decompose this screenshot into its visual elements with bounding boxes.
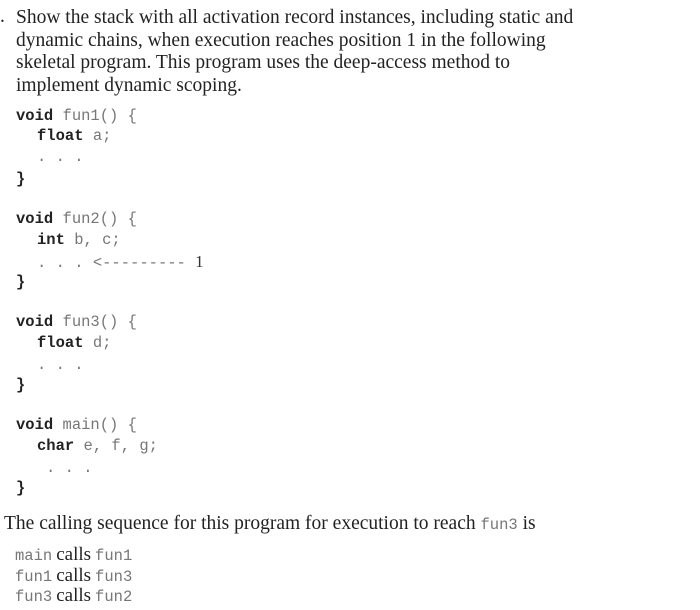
declaration: float d; bbox=[37, 334, 111, 352]
keyword: void bbox=[16, 210, 54, 228]
calling-sequence-intro: The calling sequence for this program fo… bbox=[4, 513, 536, 537]
function-signature: void fun2() { bbox=[16, 210, 137, 228]
closing-brace: } bbox=[16, 170, 26, 188]
position-label: 1 bbox=[195, 252, 204, 271]
decl-type: int bbox=[37, 231, 65, 249]
function-signature: void main() { bbox=[16, 416, 137, 434]
decl-vars: a; bbox=[92, 127, 112, 145]
ellipsis-with-position-marker: . . . <--------- 1 bbox=[37, 252, 204, 272]
signature: fun1() { bbox=[62, 107, 137, 125]
callee: fun1 bbox=[95, 547, 133, 565]
question-text: Show the stack with all activation recor… bbox=[16, 7, 636, 97]
question-line: implement dynamic scoping. bbox=[16, 74, 242, 96]
intro-text: The calling sequence for this program fo… bbox=[4, 513, 481, 534]
question-line: dynamic chains, when execution reaches p… bbox=[16, 29, 546, 51]
caller: fun3 bbox=[15, 588, 53, 606]
function-signature: void fun1() { bbox=[16, 107, 137, 125]
call-line: main calls fun1 bbox=[15, 544, 132, 566]
ellipsis: . . . bbox=[37, 254, 84, 272]
ellipsis: . . . bbox=[37, 356, 84, 374]
decl-vars: d; bbox=[92, 334, 112, 352]
caller: fun1 bbox=[15, 568, 53, 586]
position-arrow: <--------- bbox=[92, 254, 186, 272]
keyword: void bbox=[16, 416, 54, 434]
decl-type: char bbox=[37, 437, 75, 455]
signature: fun3() { bbox=[62, 313, 137, 331]
intro-code: fun3 bbox=[480, 516, 518, 534]
decl-type: float bbox=[37, 127, 84, 145]
ellipsis: . . . bbox=[37, 148, 84, 166]
intro-suffix: is bbox=[517, 513, 536, 534]
closing-brace: } bbox=[16, 376, 26, 394]
function-signature: void fun3() { bbox=[16, 313, 137, 331]
callee: fun2 bbox=[95, 588, 133, 606]
question-line: Show the stack with all activation recor… bbox=[16, 7, 574, 28]
declaration: char e, f, g; bbox=[37, 437, 158, 455]
question-line: skeletal program. This program uses the … bbox=[16, 52, 511, 73]
calls-verb: calls bbox=[56, 565, 92, 586]
signature: fun2() { bbox=[62, 210, 137, 228]
decl-type: float bbox=[37, 334, 84, 352]
calls-verb: calls bbox=[56, 544, 92, 565]
ellipsis: . . . bbox=[46, 459, 93, 477]
calls-verb: calls bbox=[56, 585, 92, 606]
callee: fun3 bbox=[95, 568, 133, 586]
caller: main bbox=[15, 547, 53, 565]
decl-vars: b, c; bbox=[74, 231, 121, 249]
keyword: void bbox=[16, 313, 54, 331]
declaration: int b, c; bbox=[37, 231, 121, 249]
call-line: fun1 calls fun3 bbox=[15, 565, 132, 587]
decl-vars: e, f, g; bbox=[83, 437, 158, 455]
closing-brace: } bbox=[16, 273, 26, 291]
declaration: float a; bbox=[37, 127, 111, 145]
call-line: fun3 calls fun2 bbox=[15, 585, 132, 607]
signature: main() { bbox=[62, 416, 137, 434]
keyword: void bbox=[16, 107, 54, 125]
closing-brace: } bbox=[16, 479, 26, 497]
question-number-marker: . bbox=[0, 6, 5, 27]
